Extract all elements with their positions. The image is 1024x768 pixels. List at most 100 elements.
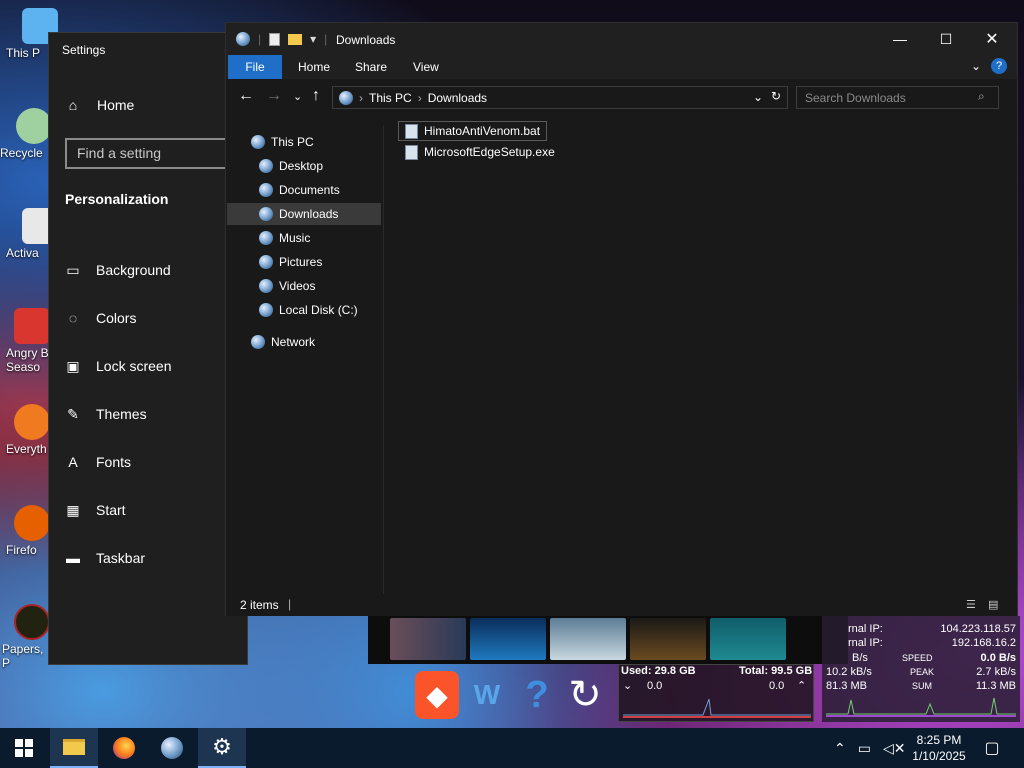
write-arrow-icon: ⌃ <box>797 680 807 692</box>
tree-item-pictures[interactable]: Pictures <box>259 251 322 273</box>
gear-icon: ⚙ <box>212 734 232 759</box>
breadcrumb-downloads[interactable]: Downloads <box>428 91 487 105</box>
address-bar[interactable]: › This PC › Downloads ⌄ ↻ <box>332 86 788 109</box>
help-icon[interactable]: ? <box>991 58 1007 74</box>
lock-screen-icon: ▣ <box>66 358 80 374</box>
home-icon: ⌂ <box>68 97 78 113</box>
palette-icon: ◌ <box>68 310 78 326</box>
taskbar: ⚙ ⌃ ▭ ◁✕ 8:25 PM 1/10/2025 ▢ <box>0 728 1024 768</box>
address-dropdown-icon[interactable]: ⌄ <box>753 90 763 104</box>
refresh-icon[interactable]: ↻ <box>771 89 781 103</box>
wise-care-icon[interactable]: W <box>465 671 509 719</box>
clock-time: 8:25 PM <box>916 733 962 747</box>
clock[interactable]: 8:25 PM 1/10/2025 <box>903 732 975 764</box>
taskbar-globe-app[interactable] <box>148 728 196 768</box>
nav-item-start[interactable]: ▦ Start <box>65 486 171 534</box>
sync-icon[interactable]: ↻ <box>563 671 607 719</box>
tree-item-desktop[interactable]: Desktop <box>259 155 323 177</box>
item-count: 2 items <box>240 598 279 612</box>
sum-up: 11.3 MB <box>975 680 1016 692</box>
globe-icon <box>161 737 183 759</box>
internal-ip-value: 192.168.16.2 <box>951 637 1016 649</box>
nav-item-taskbar[interactable]: ▬ Taskbar <box>65 534 171 582</box>
desktop-icon-angry-birds[interactable]: Angry B Seaso <box>6 308 50 374</box>
nav-item-fonts[interactable]: A Fonts <box>65 438 171 486</box>
taskbar-settings[interactable]: ⚙ <box>198 728 246 768</box>
file-item[interactable]: HimatoAntiVenom.bat <box>398 121 548 141</box>
maximize-button[interactable]: ☐ <box>923 23 969 55</box>
thumbnail[interactable] <box>390 618 466 660</box>
local-disk-icon <box>259 303 273 317</box>
customize-dropdown-icon[interactable]: ▾ <box>310 32 316 46</box>
large-icons-view-icon[interactable]: ▤ <box>988 598 998 611</box>
tree-item-videos[interactable]: Videos <box>259 275 315 297</box>
taskbar-icon: ▬ <box>66 550 80 566</box>
tab-view[interactable]: View <box>403 55 449 79</box>
batch-file-icon <box>405 123 418 139</box>
peak-label: PEAK <box>910 667 935 677</box>
windows-logo-icon <box>15 739 33 757</box>
tab-file[interactable]: File <box>228 55 282 79</box>
explorer-titlebar[interactable]: | ▾ | Downloads — ☐ ✕ <box>226 23 1017 55</box>
firefox-icon <box>14 505 50 541</box>
recent-locations-icon[interactable]: ⌄ <box>293 90 302 103</box>
find-setting-input[interactable]: Find a setting <box>65 138 235 169</box>
nav-item-background[interactable]: ▭ Background <box>65 246 171 294</box>
tree-item-documents[interactable]: Documents <box>259 179 340 201</box>
minimize-button[interactable]: — <box>877 23 923 55</box>
forward-button[interactable]: → <box>266 87 282 105</box>
close-button[interactable]: ✕ <box>969 23 1015 55</box>
show-hidden-icons-icon[interactable]: ⌃ <box>834 740 846 757</box>
thumbnail[interactable] <box>550 618 626 660</box>
desktop-icon-papers-please[interactable]: Papers, P <box>2 604 50 670</box>
start-button[interactable] <box>0 728 48 768</box>
file-item[interactable]: MicrosoftEdgeSetup.exe <box>399 142 561 162</box>
taskbar-file-explorer[interactable] <box>50 728 98 768</box>
folder-icon[interactable] <box>288 33 303 45</box>
action-center-button[interactable]: ▢ <box>968 728 1016 768</box>
recycle-bin-icon <box>16 108 52 144</box>
executable-file-icon <box>405 144 418 160</box>
thumbnail[interactable] <box>470 618 546 660</box>
music-icon <box>259 231 273 245</box>
tree-item-downloads[interactable]: Downloads <box>227 203 381 225</box>
desktop-icon-firefox[interactable]: Firefo <box>6 505 50 557</box>
thumbnail[interactable] <box>630 618 706 660</box>
tree-item-network[interactable]: Network <box>251 331 315 353</box>
tree-item-music[interactable]: Music <box>259 227 310 249</box>
expand-ribbon-icon[interactable]: ⌄ <box>971 59 981 73</box>
quick-access-toolbar: | ▾ | <box>236 32 327 46</box>
brave-icon[interactable]: ◆ <box>415 671 459 719</box>
nav-item-lock-screen[interactable]: ▣ Lock screen <box>65 342 171 390</box>
file-explorer-window: | ▾ | Downloads — ☐ ✕ File Home Share Vi… <box>225 22 1018 616</box>
nav-item-themes[interactable]: ✎ Themes <box>65 390 171 438</box>
properties-icon[interactable] <box>269 32 281 46</box>
videos-icon <box>259 279 273 293</box>
details-view-icon[interactable]: ☰ <box>966 598 976 611</box>
back-button[interactable]: ← <box>238 87 254 105</box>
nav-item-colors[interactable]: ◌ Colors <box>65 294 171 342</box>
breadcrumb-separator-icon: › <box>417 90 422 105</box>
tab-share[interactable]: Share <box>345 55 397 79</box>
notification-icon: ▢ <box>984 740 1000 757</box>
breadcrumb-this-pc[interactable]: This PC <box>369 91 412 105</box>
downloads-icon <box>259 207 273 221</box>
speed-down: B/s <box>852 652 868 664</box>
ribbon-tabs: File Home Share View ⌄ ? <box>226 55 1017 79</box>
network-tray-icon[interactable]: ▭ <box>858 740 871 757</box>
search-input[interactable]: Search Downloads <box>796 86 999 109</box>
network-activity-graph <box>826 697 1016 717</box>
thumbnail[interactable] <box>710 618 786 660</box>
this-pc-icon <box>251 135 265 149</box>
up-button[interactable]: ↑ <box>312 87 320 105</box>
tab-home[interactable]: Home <box>288 55 340 79</box>
tree-item-this-pc[interactable]: This PC <box>251 131 314 153</box>
desktop-icon-everything[interactable]: Everyth <box>6 404 50 456</box>
read-arrow-icon: ⌄ <box>623 680 633 692</box>
taskbar-firefox[interactable] <box>100 728 148 768</box>
tree-item-local-disk[interactable]: Local Disk (C:) <box>259 299 358 321</box>
settings-home-link[interactable]: ⌂ Home <box>65 97 135 113</box>
help-question-icon[interactable]: ? <box>515 671 559 719</box>
search-icon[interactable]: ⌕ <box>978 89 985 104</box>
themes-icon: ✎ <box>67 406 79 422</box>
